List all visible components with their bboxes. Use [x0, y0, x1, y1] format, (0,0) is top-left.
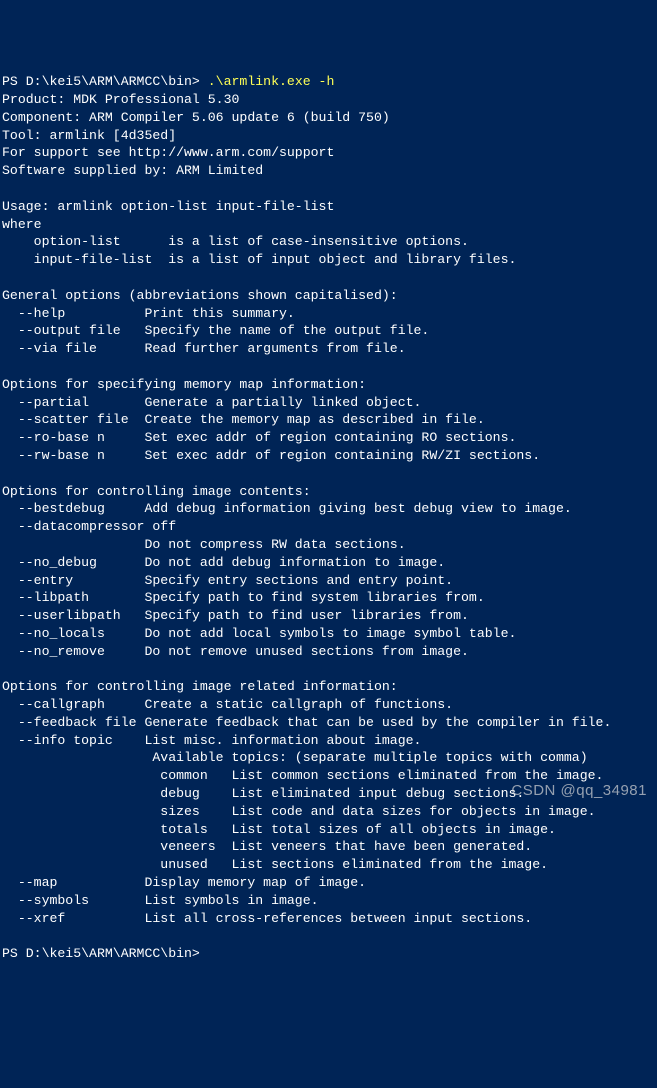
prompt-line-1: PS D:\kei5\ARM\ARMCC\bin> .\armlink.exe …: [2, 73, 657, 91]
memory-map-title: Options for specifying memory map inform…: [2, 376, 657, 394]
terminal-output[interactable]: PS D:\kei5\ARM\ARMCC\bin> .\armlink.exe …: [2, 73, 657, 963]
opt-rw-base: --rw-base n Set exec addr of region cont…: [2, 447, 657, 465]
opt-scatter: --scatter file Create the memory map as …: [2, 411, 657, 429]
opt-ro-base: --ro-base n Set exec addr of region cont…: [2, 429, 657, 447]
watermark-text: CSDN @qq_34981: [511, 782, 647, 800]
prompt-line-2[interactable]: PS D:\kei5\ARM\ARMCC\bin>: [2, 945, 657, 963]
command-entered: .\armlink.exe -h: [208, 74, 335, 89]
general-options-title: General options (abbreviations shown cap…: [2, 287, 657, 305]
opt-no-debug: --no_debug Do not add debug information …: [2, 554, 657, 572]
opt-datacompressor-desc: Do not compress RW data sections.: [2, 536, 657, 554]
opt-output: --output file Specify the name of the ou…: [2, 322, 657, 340]
blank-line: [2, 180, 657, 198]
opt-no-remove: --no_remove Do not remove unused section…: [2, 643, 657, 661]
blank-line: [2, 269, 657, 287]
info-topics-header: Available topics: (separate multiple top…: [2, 749, 657, 767]
image-related-title: Options for controlling image related in…: [2, 678, 657, 696]
where-line: where: [2, 216, 657, 234]
info-topic-unused: unused List sections eliminated from the…: [2, 856, 657, 874]
prompt-path: PS D:\kei5\ARM\ARMCC\bin>: [2, 946, 208, 961]
tool-line: Tool: armlink [4d35ed]: [2, 127, 657, 145]
opt-userlibpath: --userlibpath Specify path to find user …: [2, 607, 657, 625]
prompt-path: PS D:\kei5\ARM\ARMCC\bin>: [2, 74, 208, 89]
opt-entry: --entry Specify entry sections and entry…: [2, 572, 657, 590]
info-topic-totals: totals List total sizes of all objects i…: [2, 821, 657, 839]
component-line: Component: ARM Compiler 5.06 update 6 (b…: [2, 109, 657, 127]
opt-partial: --partial Generate a partially linked ob…: [2, 394, 657, 412]
opt-no-locals: --no_locals Do not add local symbols to …: [2, 625, 657, 643]
blank-line: [2, 927, 657, 945]
usage-line: Usage: armlink option-list input-file-li…: [2, 198, 657, 216]
blank-line: [2, 465, 657, 483]
support-line: For support see http://www.arm.com/suppo…: [2, 144, 657, 162]
opt-xref: --xref List all cross-references between…: [2, 910, 657, 928]
opt-libpath: --libpath Specify path to find system li…: [2, 589, 657, 607]
input-file-desc: input-file-list is a list of input objec…: [2, 251, 657, 269]
opt-map: --map Display memory map of image.: [2, 874, 657, 892]
opt-info: --info topic List misc. information abou…: [2, 732, 657, 750]
blank-line: [2, 358, 657, 376]
opt-help: --help Print this summary.: [2, 305, 657, 323]
option-list-desc: option-list is a list of case-insensitiv…: [2, 233, 657, 251]
supplied-line: Software supplied by: ARM Limited: [2, 162, 657, 180]
opt-feedback: --feedback file Generate feedback that c…: [2, 714, 657, 732]
opt-symbols: --symbols List symbols in image.: [2, 892, 657, 910]
opt-callgraph: --callgraph Create a static callgraph of…: [2, 696, 657, 714]
info-topic-veneers: veneers List veneers that have been gene…: [2, 838, 657, 856]
cursor-icon: [208, 946, 216, 961]
image-contents-title: Options for controlling image contents:: [2, 483, 657, 501]
opt-via: --via file Read further arguments from f…: [2, 340, 657, 358]
opt-datacompressor: --datacompressor off: [2, 518, 657, 536]
product-line: Product: MDK Professional 5.30: [2, 91, 657, 109]
blank-line: [2, 660, 657, 678]
opt-bestdebug: --bestdebug Add debug information giving…: [2, 500, 657, 518]
